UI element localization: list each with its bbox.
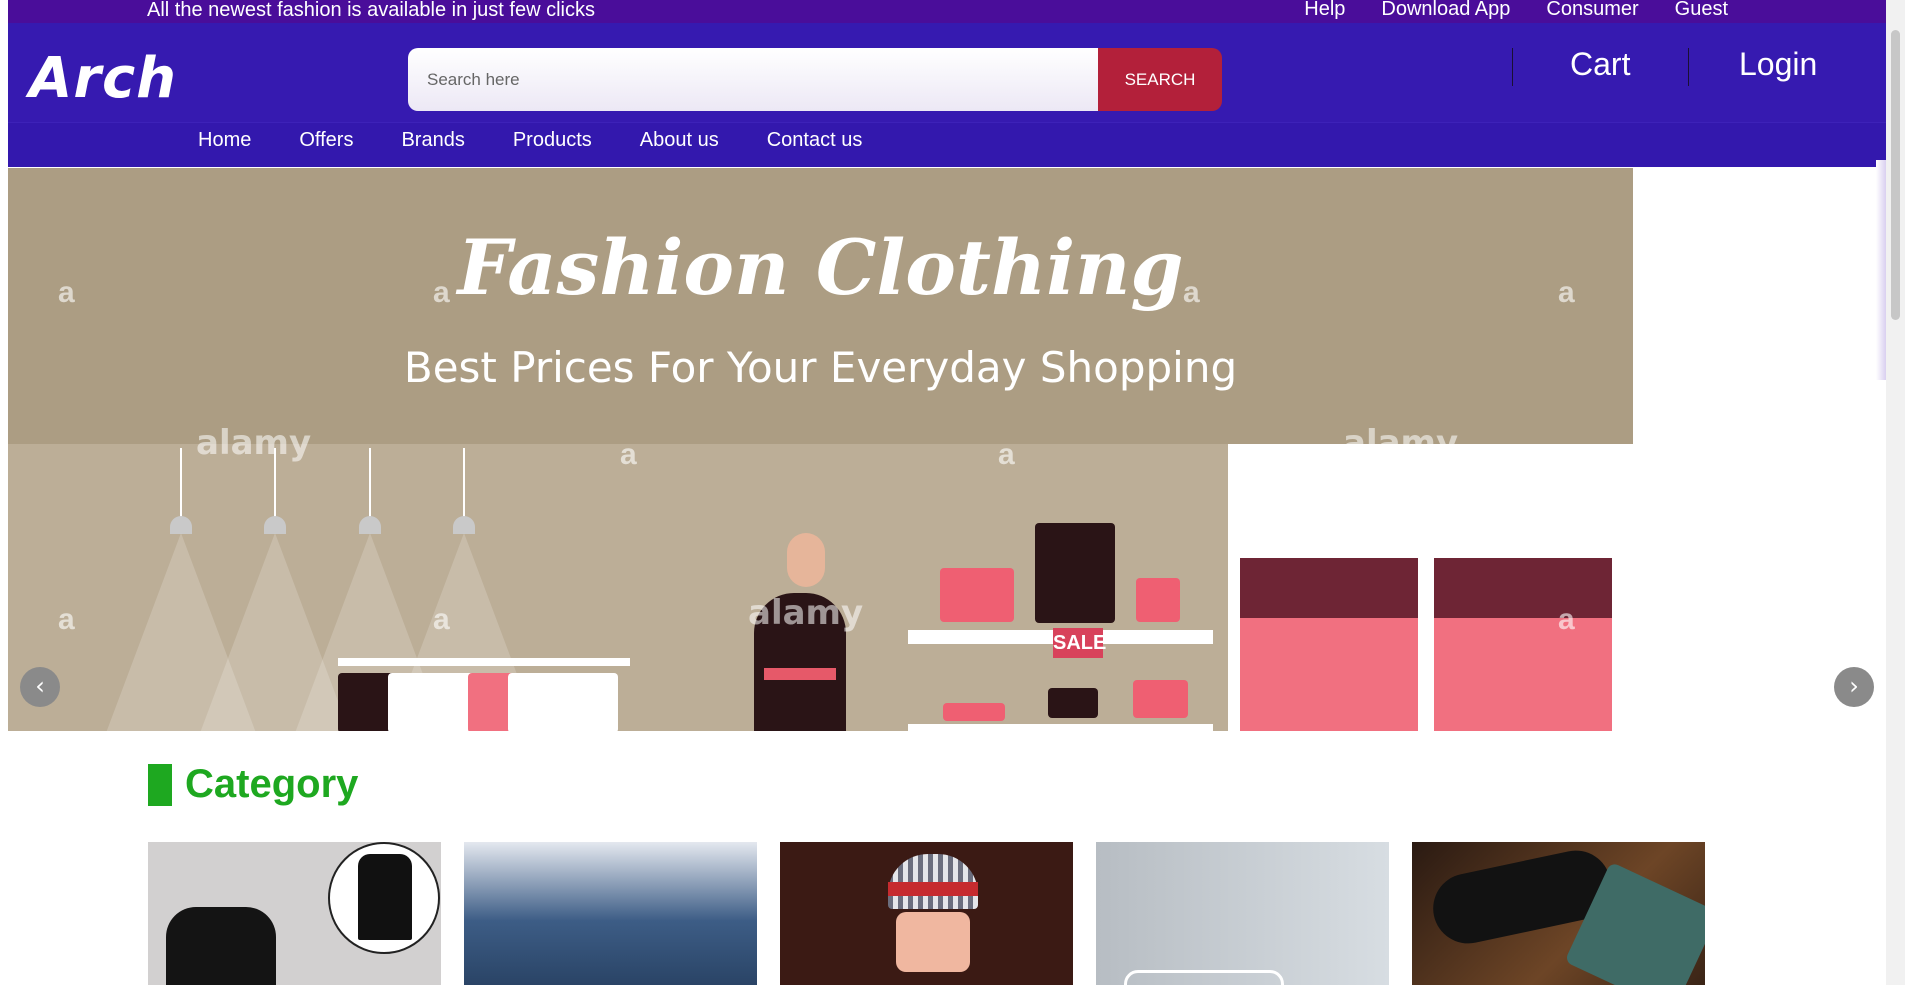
shoe	[1133, 680, 1188, 718]
help-link[interactable]: Help	[1286, 0, 1363, 19]
page-scrollbar[interactable]	[1886, 0, 1905, 985]
nav-brands[interactable]: Brands	[377, 123, 488, 157]
light-cord	[180, 448, 182, 523]
logo[interactable]: Arch	[29, 46, 177, 111]
nav-contact-us[interactable]: Contact us	[743, 123, 887, 157]
login-divider	[1688, 48, 1689, 86]
scroll-glow	[1876, 160, 1886, 380]
clothes-rack	[338, 658, 630, 666]
watermark-letter: a	[1558, 603, 1575, 636]
cart-divider	[1512, 48, 1513, 86]
category-card-jeans[interactable]	[464, 842, 757, 985]
watermark-letter: a	[433, 603, 450, 636]
lamp	[264, 516, 286, 534]
main-nav: Home Offers Brands Products About us Con…	[8, 122, 1886, 167]
category-card-hangers[interactable]	[1096, 842, 1389, 985]
banner-title: Fashion Clothing	[457, 223, 1184, 312]
watermark: alamy	[1343, 423, 1459, 463]
watermark-letter: a	[58, 276, 75, 309]
shelf	[908, 724, 1213, 731]
mannequin-belt	[764, 668, 836, 680]
cart-link[interactable]: Cart	[1570, 46, 1630, 83]
banner-subtitle: Best Prices For Your Everyday Shopping	[403, 343, 1238, 392]
carousel-prev-button[interactable]: ‹	[20, 667, 60, 707]
category-accent-bar	[148, 763, 172, 806]
watermark-letter: a	[1558, 276, 1575, 309]
nav-home[interactable]: Home	[174, 123, 275, 157]
child-face	[896, 912, 970, 972]
category-card-shoes[interactable]	[1412, 842, 1705, 985]
nav-about-us[interactable]: About us	[616, 123, 743, 157]
shirt-icon-circle	[328, 842, 440, 954]
watermark: alamy	[196, 423, 312, 463]
search-input[interactable]	[408, 48, 1098, 111]
category-list	[148, 842, 1705, 985]
page: All the newest fashion is available in j…	[0, 0, 1905, 985]
watermark: alamy	[748, 593, 864, 633]
shoe	[1048, 688, 1098, 718]
top-links: Help Download App Consumer Guest	[1286, 0, 1746, 19]
mannequin-head	[787, 533, 825, 587]
scrollbar-thumb[interactable]	[1891, 30, 1900, 320]
carousel-next-button[interactable]: ›	[1834, 667, 1874, 707]
category-card-kids[interactable]	[780, 842, 1073, 985]
watermark-letter: a	[998, 438, 1015, 471]
hanger-image	[1124, 970, 1284, 985]
sale-tag: SALE	[1053, 628, 1106, 658]
shoe	[943, 703, 1005, 721]
category-card-shirts[interactable]	[148, 842, 441, 985]
hero-banner[interactable]: Fashion Clothing Best Prices For Your Ev…	[8, 168, 1633, 731]
lamp	[453, 516, 475, 534]
login-link[interactable]: Login	[1739, 46, 1817, 83]
guest-link[interactable]: Guest	[1657, 0, 1746, 19]
search-bar: SEARCH	[408, 48, 1222, 111]
search-button[interactable]: SEARCH	[1098, 48, 1222, 111]
handbag	[1136, 578, 1180, 622]
handbag	[940, 568, 1014, 622]
watermark-letter: a	[1183, 276, 1200, 309]
top-strip: All the newest fashion is available in j…	[8, 0, 1886, 23]
lamp	[170, 516, 192, 534]
category-heading: Category	[148, 762, 358, 807]
header: Arch SEARCH Cart Login Home Offers Brand…	[8, 23, 1886, 167]
tagline: All the newest fashion is available in j…	[147, 0, 595, 21]
store-window	[1434, 558, 1612, 731]
shirt-icon	[358, 854, 412, 940]
watermark-letter: a	[58, 603, 75, 636]
watermark-letter: a	[433, 276, 450, 309]
lamp	[359, 516, 381, 534]
clothing-item	[508, 673, 618, 731]
light-cord	[369, 448, 371, 523]
shirt-image	[166, 907, 276, 985]
left-edge	[0, 0, 8, 985]
nav-items: Home Offers Brands Products About us Con…	[174, 123, 886, 157]
download-app-link[interactable]: Download App	[1363, 0, 1528, 19]
nav-offers[interactable]: Offers	[275, 123, 377, 157]
category-title: Category	[185, 762, 359, 806]
consumer-link[interactable]: Consumer	[1528, 0, 1656, 19]
nav-products[interactable]: Products	[489, 123, 616, 157]
hat-band	[888, 882, 978, 896]
handbag	[1035, 523, 1115, 623]
store-window	[1240, 558, 1418, 731]
light-cord	[463, 448, 465, 523]
watermark-letter: a	[620, 438, 637, 471]
